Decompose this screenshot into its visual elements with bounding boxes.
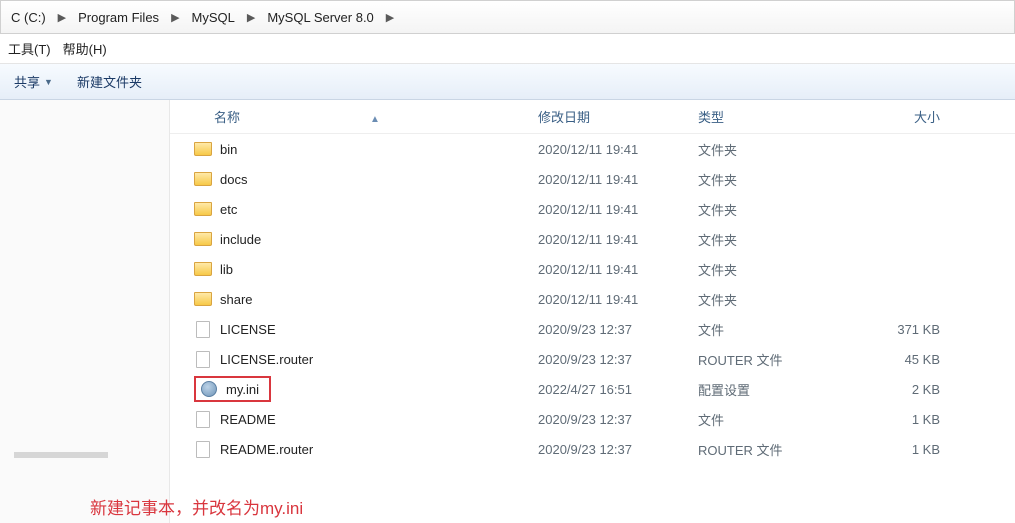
file-type: ROUTER 文件 bbox=[690, 350, 840, 369]
file-type: 文件 bbox=[690, 410, 840, 429]
breadcrumb-mysql[interactable]: MySQL bbox=[186, 7, 241, 28]
file-size: 1 KB bbox=[840, 442, 960, 457]
sidebar-scrollbar[interactable] bbox=[14, 452, 108, 458]
file-row[interactable]: share 2020/12/11 19:41文件夹 bbox=[170, 284, 1015, 314]
file-name: bin bbox=[220, 142, 237, 157]
file-list: bin2020/12/11 19:41文件夹docs2020/12/11 19:… bbox=[170, 134, 1015, 464]
folder-icon bbox=[194, 140, 212, 158]
file-size: 45 KB bbox=[840, 352, 960, 367]
file-date: 2020/12/11 19:41 bbox=[530, 232, 690, 247]
file-name: my.ini bbox=[226, 382, 259, 397]
col-name[interactable]: 名称▲ bbox=[170, 107, 530, 126]
file-type: 文件 bbox=[690, 320, 840, 339]
file-row[interactable]: README.router 2020/9/23 12:37ROUTER 文件1 K… bbox=[170, 434, 1015, 464]
file-size: 2 KB bbox=[840, 382, 960, 397]
file-row[interactable]: my.ini 2022/4/27 16:51配置设置2 KB bbox=[170, 374, 1015, 404]
folder-icon bbox=[194, 260, 212, 278]
file-type: 文件夹 bbox=[690, 290, 840, 309]
file-row[interactable]: README 2020/9/23 12:37文件1 KB bbox=[170, 404, 1015, 434]
file-type: 文件夹 bbox=[690, 230, 840, 249]
file-name: README.router bbox=[220, 442, 313, 457]
file-icon bbox=[194, 440, 212, 458]
sort-asc-icon: ▲ bbox=[370, 114, 380, 125]
file-name: README bbox=[220, 412, 276, 427]
file-type: ROUTER 文件 bbox=[690, 440, 840, 459]
file-date: 2020/12/11 19:41 bbox=[530, 172, 690, 187]
chevron-right-icon: ▶ bbox=[386, 11, 394, 24]
chevron-right-icon: ▶ bbox=[171, 11, 179, 24]
breadcrumb-program-files[interactable]: Program Files bbox=[72, 7, 165, 28]
file-name: etc bbox=[220, 202, 237, 217]
file-date: 2020/12/11 19:41 bbox=[530, 262, 690, 277]
file-name: LICENSE.router bbox=[220, 352, 313, 367]
file-row[interactable]: include 2020/12/11 19:41文件夹 bbox=[170, 224, 1015, 254]
file-date: 2020/9/23 12:37 bbox=[530, 412, 690, 427]
file-date: 2020/9/23 12:37 bbox=[530, 352, 690, 367]
file-icon bbox=[194, 410, 212, 428]
file-row[interactable]: lib 2020/12/11 19:41文件夹 bbox=[170, 254, 1015, 284]
col-date[interactable]: 修改日期 bbox=[530, 107, 690, 126]
folder-icon bbox=[194, 200, 212, 218]
file-type: 文件夹 bbox=[690, 260, 840, 279]
file-size: 1 KB bbox=[840, 412, 960, 427]
file-size: 371 KB bbox=[840, 322, 960, 337]
file-type: 文件夹 bbox=[690, 140, 840, 159]
ini-icon bbox=[200, 380, 218, 398]
breadcrumb[interactable]: C (C:) ▶ Program Files ▶ MySQL ▶ MySQL Serv… bbox=[0, 0, 1015, 34]
file-date: 2020/9/23 12:37 bbox=[530, 322, 690, 337]
chevron-right-icon: ▶ bbox=[58, 11, 66, 24]
breadcrumb-mysql-server[interactable]: MySQL Server 8.0 bbox=[261, 7, 379, 28]
file-date: 2020/12/11 19:41 bbox=[530, 292, 690, 307]
annotation-text: 新建记事本，并改名为my.ini bbox=[90, 494, 303, 519]
file-date: 2020/12/11 19:41 bbox=[530, 202, 690, 217]
file-name: docs bbox=[220, 172, 247, 187]
file-icon bbox=[194, 320, 212, 338]
file-type: 文件夹 bbox=[690, 170, 840, 189]
file-icon bbox=[194, 350, 212, 368]
file-row[interactable]: LICENSE 2020/9/23 12:37文件371 KB bbox=[170, 314, 1015, 344]
file-row[interactable]: bin 2020/12/11 19:41文件夹 bbox=[170, 134, 1015, 164]
menu-tools[interactable]: 工具(T) bbox=[8, 39, 51, 58]
folder-icon bbox=[194, 230, 212, 248]
folder-icon bbox=[194, 290, 212, 308]
menu-help[interactable]: 帮助(H) bbox=[63, 39, 107, 58]
col-type[interactable]: 类型 bbox=[690, 107, 840, 126]
chevron-right-icon: ▶ bbox=[247, 11, 255, 24]
file-name: LICENSE bbox=[220, 322, 276, 337]
folder-icon bbox=[194, 170, 212, 188]
file-name: share bbox=[220, 292, 253, 307]
file-row[interactable]: LICENSE.router 2020/9/23 12:37ROUTER 文件45… bbox=[170, 344, 1015, 374]
file-name: lib bbox=[220, 262, 233, 277]
toolbar: 共享 ▼ 新建文件夹 bbox=[0, 64, 1015, 100]
nav-sidebar bbox=[0, 100, 170, 523]
file-name: include bbox=[220, 232, 261, 247]
col-size[interactable]: 大小 bbox=[840, 107, 960, 126]
file-row[interactable]: docs 2020/12/11 19:41文件夹 bbox=[170, 164, 1015, 194]
file-type: 配置设置 bbox=[690, 380, 840, 399]
share-button[interactable]: 共享 ▼ bbox=[14, 72, 53, 91]
new-folder-button[interactable]: 新建文件夹 bbox=[77, 72, 142, 91]
breadcrumb-drive[interactable]: C (C:) bbox=[5, 7, 52, 28]
file-row[interactable]: etc 2020/12/11 19:41文件夹 bbox=[170, 194, 1015, 224]
file-date: 2022/4/27 16:51 bbox=[530, 382, 690, 397]
menu-bar: 工具(T) 帮助(H) bbox=[0, 34, 1015, 64]
column-headers: 名称▲ 修改日期 类型 大小 bbox=[170, 100, 1015, 134]
file-type: 文件夹 bbox=[690, 200, 840, 219]
dropdown-icon: ▼ bbox=[44, 77, 53, 87]
file-date: 2020/12/11 19:41 bbox=[530, 142, 690, 157]
file-date: 2020/9/23 12:37 bbox=[530, 442, 690, 457]
